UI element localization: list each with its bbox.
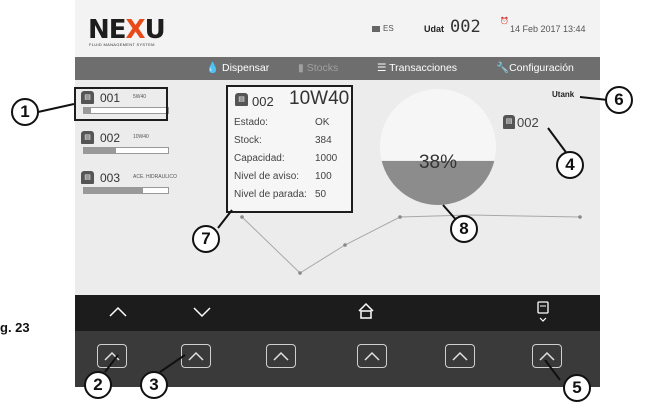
callout-4: 4 [556,151,584,179]
callout-8: 8 [450,215,478,243]
callout-1: 1 [11,98,39,126]
callout-2: 2 [84,371,112,399]
callout-leaders [37,96,609,381]
callout-5: 5 [563,374,591,402]
callout-7: 7 [192,225,220,253]
callout-3: 3 [140,371,168,399]
callout-6: 6 [605,86,633,114]
